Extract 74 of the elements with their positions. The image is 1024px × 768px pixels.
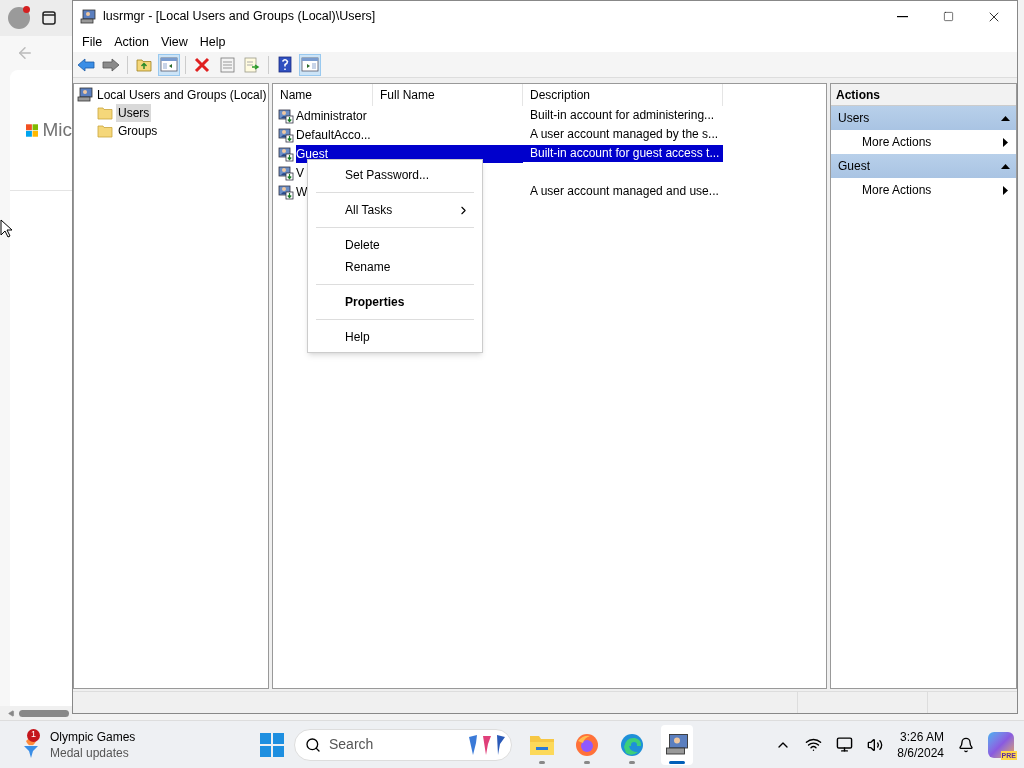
clock-time[interactable]: 3:26 AM (899, 728, 944, 745)
user-icon (278, 145, 294, 162)
user-icon (278, 164, 294, 181)
submenu-arrow-icon (1003, 137, 1008, 147)
computer-users-icon (665, 732, 689, 757)
minimize-icon (896, 15, 908, 18)
delete-icon (194, 56, 210, 73)
context-menu-item[interactable]: Rename (308, 256, 482, 278)
scroll-left-icon[interactable] (8, 709, 15, 717)
folder-up-icon (136, 57, 152, 72)
folder-icon (97, 124, 113, 138)
action-pane-icon (301, 57, 319, 72)
context-menu-item[interactable]: Properties (308, 291, 482, 313)
export-list-icon (244, 56, 260, 73)
user-description: A user account managed and use... (529, 183, 720, 200)
user-name[interactable]: V (296, 163, 308, 182)
user-name[interactable]: Administrator (296, 106, 371, 125)
monitor-icon[interactable] (836, 736, 854, 753)
folder-icon (529, 733, 555, 756)
tree-item[interactable]: Groups (116, 122, 160, 140)
action-item[interactable]: More Actions (831, 130, 1016, 154)
firefox-icon (575, 732, 599, 757)
menu-item[interactable]: Action (108, 32, 155, 52)
clock-date[interactable]: 8/6/2024 (897, 744, 944, 761)
help-icon (278, 56, 292, 73)
user-description: A user account managed by the s... (529, 126, 720, 143)
folder-icon (97, 106, 113, 120)
widget-title[interactable]: Olympic Games (50, 728, 136, 745)
user-icon (278, 107, 294, 124)
context-menu-item[interactable]: Delete (308, 234, 482, 256)
actions-title: Actions (831, 84, 1016, 106)
context-menu-item[interactable]: All Tasks (308, 199, 482, 221)
menu-item[interactable]: Help (193, 32, 232, 52)
computer-users-icon (77, 87, 93, 103)
user-description: Built-in account for guest access t... (523, 145, 723, 162)
user-name[interactable]: Guest (296, 144, 523, 163)
notification-bell-icon[interactable] (958, 736, 974, 753)
user-icon (278, 126, 294, 143)
taskbar-app[interactable] (661, 724, 693, 765)
window-title: lusrmgr - [Local Users and Groups (Local)\Users] (103, 8, 376, 26)
tab-icon[interactable] (42, 11, 56, 25)
forward-arrow-icon (102, 57, 120, 72)
context-menu-item[interactable]: Help (308, 326, 482, 348)
back-arrow-icon (77, 57, 95, 72)
search-label: Search (329, 735, 374, 754)
submenu-arrow-icon (1003, 185, 1008, 195)
column-header[interactable]: Name (273, 84, 373, 106)
logo-text: Mic (42, 117, 72, 142)
user-icon (278, 183, 294, 200)
start-icon[interactable] (260, 732, 284, 757)
search-box[interactable]: Search (294, 728, 512, 761)
network-icon[interactable] (805, 736, 823, 753)
console-tree-icon (160, 57, 178, 72)
user-name[interactable]: DefaultAcco... (296, 125, 375, 144)
column-header[interactable]: Description (523, 84, 723, 106)
menu-item[interactable]: File (76, 32, 109, 52)
notification-badge: 1 (27, 728, 40, 742)
computer-users-icon (80, 8, 96, 25)
action-item[interactable]: More Actions (831, 178, 1016, 202)
maximize-icon (942, 11, 954, 22)
widget-subtitle: Medal updates (50, 744, 130, 761)
menu-item[interactable]: View (154, 32, 194, 52)
properties-icon (219, 56, 235, 73)
actions-section-header[interactable]: Guest (831, 154, 1016, 178)
actions-section-header[interactable]: Users (831, 106, 1016, 130)
user-description: Built-in account for administering... (529, 107, 716, 124)
tree-item[interactable]: Users (116, 104, 152, 122)
search-icon (305, 736, 321, 753)
profile-avatar[interactable] (8, 7, 30, 29)
column-header[interactable]: Full Name (373, 84, 523, 106)
speaker-icon[interactable] (867, 736, 884, 753)
tree-item[interactable]: Local Users and Groups (Local) (97, 86, 267, 104)
horizontal-scrollbar-thumb[interactable] (19, 709, 69, 717)
edge-icon (620, 732, 644, 757)
